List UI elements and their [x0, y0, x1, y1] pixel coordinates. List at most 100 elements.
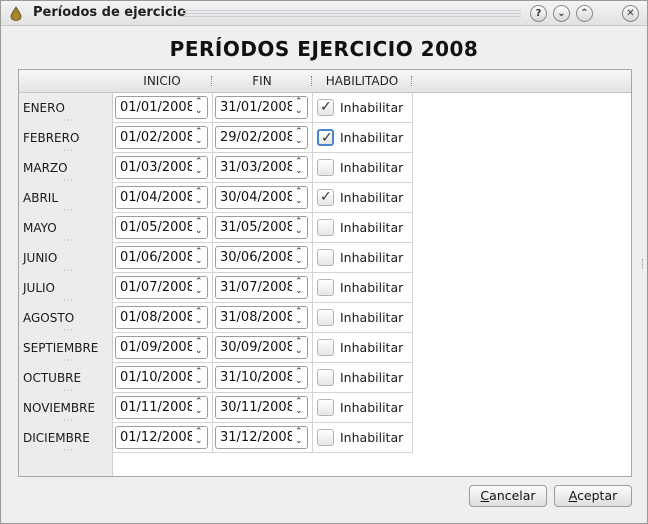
spin-down-icon[interactable]: ⌄ [295, 227, 303, 236]
date-spinner[interactable]: ⌃ ⌄ [292, 97, 307, 118]
checkbox-label[interactable]: Inhabilitar [340, 190, 403, 205]
checkbox-label[interactable]: Inhabilitar [340, 130, 403, 145]
disable-checkbox[interactable] [317, 339, 334, 356]
spin-down-icon[interactable]: ⌄ [195, 167, 203, 176]
column-header-enabled[interactable]: HABILITADO [313, 70, 411, 92]
spin-down-icon[interactable]: ⌄ [295, 167, 303, 176]
spin-down-icon[interactable]: ⌄ [295, 317, 303, 326]
column-header-start[interactable]: INICIO [113, 70, 211, 92]
spin-down-icon[interactable]: ⌄ [195, 257, 203, 266]
date-spinner[interactable]: ⌃ ⌄ [292, 247, 307, 268]
spin-down-icon[interactable]: ⌄ [195, 227, 203, 236]
start-date-input[interactable]: 01/08/2008 ⌃ ⌄ [115, 306, 208, 329]
date-spinner[interactable]: ⌃ ⌄ [192, 427, 207, 448]
spin-down-icon[interactable]: ⌄ [195, 197, 203, 206]
end-date-input[interactable]: 30/06/2008 ⌃ ⌄ [215, 246, 308, 269]
column-separator[interactable] [211, 76, 212, 86]
start-date-input[interactable]: 01/04/2008 ⌃ ⌄ [115, 186, 208, 209]
start-date-input[interactable]: 01/07/2008 ⌃ ⌄ [115, 276, 208, 299]
date-spinner[interactable]: ⌃ ⌄ [192, 217, 207, 238]
date-spinner[interactable]: ⌃ ⌄ [192, 247, 207, 268]
spin-down-icon[interactable]: ⌄ [195, 137, 203, 146]
end-date-input[interactable]: 31/10/2008 ⌃ ⌄ [215, 366, 308, 389]
end-date-input[interactable]: 30/04/2008 ⌃ ⌄ [215, 186, 308, 209]
checkbox-label[interactable]: Inhabilitar [340, 220, 403, 235]
start-date-input[interactable]: 01/03/2008 ⌃ ⌄ [115, 156, 208, 179]
date-spinner[interactable]: ⌃ ⌄ [292, 217, 307, 238]
disable-checkbox[interactable] [317, 369, 334, 386]
end-date-input[interactable]: 29/02/2008 ⌃ ⌄ [215, 126, 308, 149]
help-button[interactable]: ? [530, 5, 547, 22]
spin-down-icon[interactable]: ⌄ [295, 197, 303, 206]
disable-checkbox[interactable] [317, 159, 334, 176]
row-resize-handle[interactable]: ··· [63, 447, 74, 455]
spin-down-icon[interactable]: ⌄ [295, 437, 303, 446]
disable-checkbox[interactable]: ✓ [317, 129, 334, 146]
date-spinner[interactable]: ⌃ ⌄ [292, 157, 307, 178]
spin-down-icon[interactable]: ⌄ [195, 407, 203, 416]
date-spinner[interactable]: ⌃ ⌄ [292, 337, 307, 358]
end-date-input[interactable]: 31/05/2008 ⌃ ⌄ [215, 216, 308, 239]
start-date-input[interactable]: 01/10/2008 ⌃ ⌄ [115, 366, 208, 389]
minimize-button[interactable]: ⌄ [553, 5, 570, 22]
date-spinner[interactable]: ⌃ ⌄ [192, 367, 207, 388]
accept-button[interactable]: Aceptar [554, 485, 632, 507]
column-header-end[interactable]: FIN [213, 70, 311, 92]
cancel-button[interactable]: Cancelar [469, 485, 547, 507]
spin-down-icon[interactable]: ⌄ [195, 107, 203, 116]
spin-down-icon[interactable]: ⌄ [295, 107, 303, 116]
checkbox-label[interactable]: Inhabilitar [340, 400, 403, 415]
disable-checkbox[interactable] [317, 309, 334, 326]
spin-down-icon[interactable]: ⌄ [195, 377, 203, 386]
date-spinner[interactable]: ⌃ ⌄ [192, 337, 207, 358]
disable-checkbox[interactable] [317, 399, 334, 416]
start-date-input[interactable]: 01/12/2008 ⌃ ⌄ [115, 426, 208, 449]
date-spinner[interactable]: ⌃ ⌄ [292, 187, 307, 208]
date-spinner[interactable]: ⌃ ⌄ [292, 427, 307, 448]
disable-checkbox[interactable] [317, 429, 334, 446]
spin-down-icon[interactable]: ⌄ [295, 347, 303, 356]
disable-checkbox[interactable] [317, 279, 334, 296]
end-date-input[interactable]: 31/08/2008 ⌃ ⌄ [215, 306, 308, 329]
date-spinner[interactable]: ⌃ ⌄ [192, 277, 207, 298]
disable-checkbox[interactable] [317, 249, 334, 266]
end-date-input[interactable]: 31/07/2008 ⌃ ⌄ [215, 276, 308, 299]
date-spinner[interactable]: ⌃ ⌄ [292, 127, 307, 148]
checkbox-label[interactable]: Inhabilitar [340, 160, 403, 175]
date-spinner[interactable]: ⌃ ⌄ [192, 97, 207, 118]
spin-down-icon[interactable]: ⌄ [195, 437, 203, 446]
end-date-input[interactable]: 31/03/2008 ⌃ ⌄ [215, 156, 308, 179]
date-spinner[interactable]: ⌃ ⌄ [192, 307, 207, 328]
start-date-input[interactable]: 01/06/2008 ⌃ ⌄ [115, 246, 208, 269]
spin-down-icon[interactable]: ⌄ [295, 407, 303, 416]
column-separator[interactable] [411, 76, 412, 86]
disable-checkbox[interactable] [317, 219, 334, 236]
date-spinner[interactable]: ⌃ ⌄ [292, 367, 307, 388]
column-separator[interactable] [311, 76, 312, 86]
checkbox-label[interactable]: Inhabilitar [340, 280, 403, 295]
date-spinner[interactable]: ⌃ ⌄ [292, 307, 307, 328]
spin-down-icon[interactable]: ⌄ [295, 377, 303, 386]
checkbox-label[interactable]: Inhabilitar [340, 370, 403, 385]
disable-checkbox[interactable]: ✓ [317, 99, 334, 116]
spin-down-icon[interactable]: ⌄ [295, 257, 303, 266]
spin-down-icon[interactable]: ⌄ [295, 287, 303, 296]
date-spinner[interactable]: ⌃ ⌄ [192, 157, 207, 178]
date-spinner[interactable]: ⌃ ⌄ [192, 187, 207, 208]
checkbox-label[interactable]: Inhabilitar [340, 100, 403, 115]
end-date-input[interactable]: 31/12/2008 ⌃ ⌄ [215, 426, 308, 449]
start-date-input[interactable]: 01/11/2008 ⌃ ⌄ [115, 396, 208, 419]
checkbox-label[interactable]: Inhabilitar [340, 250, 403, 265]
close-button[interactable]: ✕ [622, 5, 639, 22]
maximize-button[interactable]: ⌃ [576, 5, 593, 22]
spin-down-icon[interactable]: ⌄ [295, 137, 303, 146]
title-bar[interactable]: Períodos de ejercicio ? ⌄ ⌃ ✕ [1, 1, 647, 26]
spin-down-icon[interactable]: ⌄ [195, 347, 203, 356]
end-date-input[interactable]: 31/01/2008 ⌃ ⌄ [215, 96, 308, 119]
spin-down-icon[interactable]: ⌄ [195, 317, 203, 326]
start-date-input[interactable]: 01/05/2008 ⌃ ⌄ [115, 216, 208, 239]
checkbox-label[interactable]: Inhabilitar [340, 310, 403, 325]
start-date-input[interactable]: 01/09/2008 ⌃ ⌄ [115, 336, 208, 359]
date-spinner[interactable]: ⌃ ⌄ [292, 397, 307, 418]
start-date-input[interactable]: 01/01/2008 ⌃ ⌄ [115, 96, 208, 119]
